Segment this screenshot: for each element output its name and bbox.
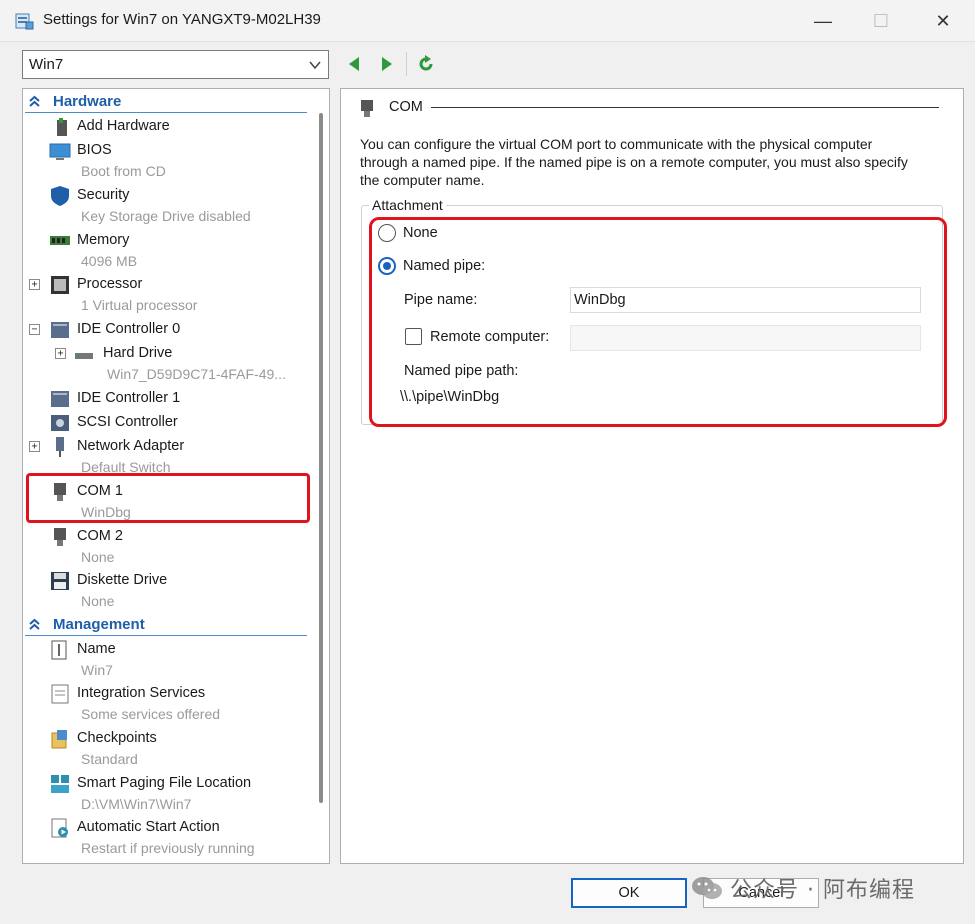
sidebar-item-label: Name bbox=[77, 641, 116, 657]
chevron-down-icon bbox=[309, 61, 321, 70]
sidebar-item-memory[interactable]: Memory 4096 MB bbox=[23, 230, 313, 272]
attachment-legend: Attachment bbox=[369, 197, 446, 213]
ide-controller-icon bbox=[51, 391, 69, 407]
sidebar-item-label: SCSI Controller bbox=[77, 414, 178, 430]
sidebar-item-sublabel: Standard bbox=[81, 751, 138, 767]
sidebar-item-sublabel: Win7 bbox=[81, 662, 113, 678]
ide-controller-icon bbox=[51, 322, 69, 338]
sidebar-item-label: Security bbox=[77, 187, 130, 203]
sidebar-item-com2[interactable]: COM 2 None bbox=[23, 526, 313, 568]
refresh-icon[interactable] bbox=[416, 54, 436, 74]
sidebar-item-label: Checkpoints bbox=[77, 730, 157, 746]
vm-selector-value: Win7 bbox=[29, 56, 64, 73]
collapse-chevron-icon bbox=[29, 95, 40, 107]
sidebar-item-sublabel: None bbox=[81, 549, 115, 565]
com-header-label: COM bbox=[389, 99, 423, 115]
sidebar-item-integration-services[interactable]: Integration Services Some services offer… bbox=[23, 683, 313, 725]
sidebar-item-label: COM 2 bbox=[77, 528, 123, 544]
sidebar-item-sublabel: Some services offered bbox=[81, 706, 221, 722]
sidebar-item-diskette-drive[interactable]: Diskette Drive None bbox=[23, 570, 313, 612]
sidebar-item-smart-paging[interactable]: Smart Paging File Location D:\VM\Win7\Wi… bbox=[23, 773, 313, 815]
auto-start-icon bbox=[51, 818, 68, 838]
sidebar-item-label: IDE Controller 0 bbox=[77, 321, 181, 337]
sidebar-item-scsi-controller[interactable]: SCSI Controller bbox=[23, 412, 313, 434]
sidebar-item-sublabel: Boot from CD bbox=[81, 163, 166, 179]
sidebar-item-sublabel: Key Storage Drive disabled bbox=[81, 208, 251, 224]
attachment-highlight-box bbox=[369, 217, 947, 427]
collapse-chevron-icon bbox=[29, 618, 40, 630]
com-settings-panel: COM You can configure the virtual COM po… bbox=[340, 88, 964, 864]
floppy-disk-icon bbox=[51, 572, 69, 590]
wechat-icon bbox=[692, 877, 722, 899]
title-bar: Settings for Win7 on YANGXT9-M02LH39 — ☐… bbox=[0, 0, 975, 42]
sidebar-item-label: Processor bbox=[77, 276, 143, 292]
vm-selector-dropdown[interactable]: Win7 bbox=[22, 50, 329, 79]
forward-arrow-icon[interactable] bbox=[376, 54, 396, 74]
expand-toggle[interactable]: + bbox=[55, 348, 66, 359]
header-divider bbox=[431, 107, 939, 108]
back-arrow-icon[interactable] bbox=[345, 54, 365, 74]
sidebar-item-label: Hard Drive bbox=[103, 345, 173, 361]
watermark-text: 公众号 · 阿布编程 bbox=[730, 878, 915, 903]
checkpoint-icon bbox=[51, 730, 67, 749]
tree-scrollbar[interactable] bbox=[319, 113, 323, 803]
sidebar-item-processor[interactable]: + Processor 1 Virtual processor bbox=[23, 274, 313, 316]
expand-toggle[interactable]: + bbox=[29, 441, 40, 452]
sidebar-item-label: IDE Controller 1 bbox=[77, 390, 181, 406]
sidebar-item-label: Automatic Start Action bbox=[77, 819, 220, 835]
hyperv-settings-icon bbox=[15, 13, 34, 30]
sidebar-item-hard-drive[interactable]: + Hard Drive Win7_D59D9C71-4FAF-49... bbox=[23, 343, 313, 385]
bios-icon bbox=[49, 143, 71, 160]
maximize-button[interactable]: ☐ bbox=[868, 8, 894, 34]
integration-services-icon bbox=[51, 684, 69, 704]
com-description: You can configure the virtual COM port t… bbox=[360, 136, 908, 188]
sidebar-item-sublabel: 4096 MB bbox=[81, 253, 138, 269]
management-section-header[interactable]: Management bbox=[25, 614, 307, 636]
sidebar-item-automatic-start-action[interactable]: Automatic Start Action Restart if previo… bbox=[23, 817, 313, 859]
sidebar-item-label: BIOS bbox=[77, 142, 112, 158]
sidebar-item-sublabel: D:\VM\Win7\Win7 bbox=[81, 796, 192, 812]
management-section-label: Management bbox=[53, 616, 145, 633]
sidebar-item-ide-controller-1[interactable]: IDE Controller 1 bbox=[23, 388, 313, 410]
serial-port-icon bbox=[361, 100, 373, 117]
ok-button[interactable]: OK bbox=[571, 878, 687, 908]
shield-icon bbox=[51, 186, 69, 206]
sidebar-item-sublabel: None bbox=[81, 593, 115, 609]
add-hardware-icon bbox=[57, 118, 67, 136]
text-field-icon bbox=[51, 640, 67, 660]
expand-toggle[interactable]: + bbox=[29, 279, 40, 290]
sidebar-item-label: Add Hardware bbox=[77, 118, 170, 134]
sidebar-item-security[interactable]: Security Key Storage Drive disabled bbox=[23, 185, 313, 227]
window-title: Settings for Win7 on YANGXT9-M02LH39 bbox=[43, 11, 321, 28]
toolbar-separator bbox=[406, 52, 407, 76]
sidebar-item-sublabel: 1 Virtual processor bbox=[81, 297, 198, 313]
scsi-controller-icon bbox=[51, 415, 69, 431]
sidebar-item-label: Integration Services bbox=[77, 685, 206, 701]
sidebar-item-ide-controller-0[interactable]: − IDE Controller 0 bbox=[23, 319, 313, 341]
sidebar-item-sublabel: Win7_D59D9C71-4FAF-49... bbox=[107, 366, 286, 382]
minimize-button[interactable]: — bbox=[810, 8, 836, 34]
processor-icon bbox=[51, 276, 69, 294]
memory-icon bbox=[50, 236, 70, 245]
sidebar-item-label: Smart Paging File Location bbox=[77, 775, 252, 791]
hardware-section-label: Hardware bbox=[53, 93, 122, 110]
collapse-toggle[interactable]: − bbox=[29, 324, 40, 335]
sidebar-item-sublabel: Restart if previously running bbox=[81, 840, 255, 856]
serial-port-icon bbox=[54, 528, 66, 546]
sidebar-item-network-adapter[interactable]: + Network Adapter Default Switch bbox=[23, 436, 313, 478]
sidebar-item-add-hardware[interactable]: Add Hardware bbox=[23, 116, 313, 138]
close-button[interactable]: ✕ bbox=[930, 8, 956, 34]
network-adapter-icon bbox=[56, 437, 64, 457]
sidebar-item-name[interactable]: Name Win7 bbox=[23, 639, 313, 681]
hard-drive-icon bbox=[75, 353, 93, 359]
hardware-section-header[interactable]: Hardware bbox=[25, 91, 307, 113]
com1-highlight-box bbox=[26, 473, 310, 523]
smart-paging-icon bbox=[51, 775, 69, 793]
sidebar-item-bios[interactable]: BIOS Boot from CD bbox=[23, 140, 313, 182]
sidebar-item-label: Diskette Drive bbox=[77, 572, 168, 588]
sidebar-item-label: Network Adapter bbox=[77, 438, 185, 454]
sidebar-item-checkpoints[interactable]: Checkpoints Standard bbox=[23, 728, 313, 770]
sidebar-item-label: Memory bbox=[77, 232, 130, 248]
